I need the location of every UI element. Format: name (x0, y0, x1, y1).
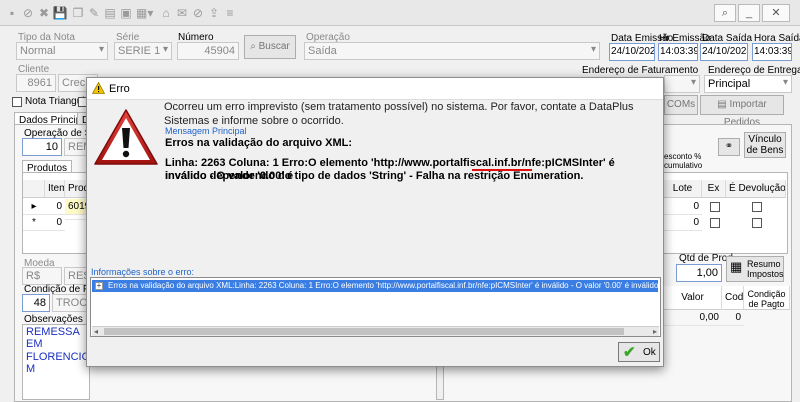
coms-button[interactable]: COMs (664, 95, 698, 115)
mail-icon[interactable]: ✉ (174, 5, 190, 21)
import-icon: ▤ (717, 99, 730, 110)
cliente-code-field[interactable]: 8961 (16, 74, 56, 92)
erros-validacao-title: Erros na validação do arquivo XML: (165, 137, 353, 149)
resumo-field[interactable]: RESUMO (64, 267, 88, 285)
devolucao-checkbox[interactable] (752, 202, 762, 212)
toolbar-button-1-icon[interactable]: ▪ (4, 5, 20, 21)
error-message: Ocorreu um erro imprevisto (sem tratamen… (164, 101, 634, 127)
operacao-code-field[interactable]: 10 (22, 138, 62, 156)
copy-icon[interactable]: ❐ (70, 5, 86, 21)
list-icon[interactable]: ≡ (222, 5, 238, 21)
grid-header-devolucao: É Devolução (726, 180, 786, 198)
scrollbar-thumb[interactable] (104, 328, 624, 335)
error-info-list[interactable]: + Erros na validação do arquivo XML:Linh… (90, 277, 661, 337)
grid-header-ex: Ex (702, 180, 726, 198)
buscar-button[interactable]: ⌕ Buscar (244, 35, 296, 59)
search-icon: ⌕ (250, 41, 259, 52)
minimize-icon[interactable]: _ (738, 4, 760, 22)
condicao-value-field[interactable]: TROCA (52, 294, 88, 312)
row-marker: ▸ (23, 199, 45, 215)
qtd-prod-field[interactable]: 1,00 (676, 264, 722, 282)
ok-button[interactable]: ✔ Ok (618, 342, 660, 362)
mensagem-principal-label: Mensagem Principal (165, 126, 247, 136)
numero-field[interactable]: 45904 (177, 42, 239, 60)
grid-header-condicao-pagto: Condição de Pagto (744, 286, 790, 310)
table-cell-item[interactable]: 0 (45, 215, 65, 231)
devolucao-checkbox[interactable] (752, 218, 762, 228)
close-icon[interactable]: ✕ (762, 4, 790, 22)
edit-icon[interactable]: ✎ (86, 5, 102, 21)
cancel-icon[interactable]: ⊘ (20, 5, 36, 21)
vinculo-bens-button[interactable]: Vínculo de Bens (744, 132, 786, 158)
importar-pedidos-button[interactable]: ▤ Importar Pedidos (700, 95, 784, 128)
table-cell-lote[interactable]: 0 (664, 199, 702, 215)
grid-header-cod: Cod (722, 286, 744, 310)
table-cell-produto[interactable]: 6019 (65, 199, 87, 215)
table-cell-cod[interactable]: 0 (722, 310, 744, 326)
grid-header-produto: Produ (65, 180, 87, 198)
home-icon[interactable]: ⌂ (158, 5, 174, 21)
ok-label: Ok (643, 347, 656, 358)
search-icon[interactable]: ⌕ (714, 4, 736, 22)
obs-line-2: FLORENCIO M (26, 351, 91, 375)
serie-select[interactable]: SERIE 1 (114, 42, 172, 60)
table-cell-item[interactable]: 0 (45, 199, 65, 215)
nota-triangular-checkbox[interactable] (12, 97, 22, 107)
error-info-row[interactable]: + Erros na validação do arquivo XML:Linh… (92, 280, 658, 292)
resumo-impostos-button[interactable]: ▦ Resumo Impostos (726, 256, 784, 282)
operacao-value-field[interactable]: REM (64, 138, 88, 156)
observacoes-textarea[interactable]: REMESSA EM FLORENCIO M (22, 324, 90, 400)
operacao-select[interactable]: Saída (304, 42, 600, 60)
moeda-field[interactable]: R$ (22, 267, 62, 285)
endereco-entrega-select[interactable]: Principal (704, 75, 792, 93)
error-warning-icon (94, 109, 158, 165)
underline-highlight (472, 169, 532, 171)
scroll-left-icon[interactable]: ◂ (94, 327, 98, 336)
scroll-right-icon[interactable]: ▸ (653, 327, 657, 336)
binoculars-icon[interactable]: ⚭ (718, 138, 740, 156)
table-cell-produto[interactable] (65, 215, 87, 220)
data-saida-field[interactable]: 24/10/2024 (700, 43, 748, 61)
buscar-label: Buscar (258, 41, 290, 52)
resumo-impostos-label: Resumo Impostos (747, 259, 784, 279)
error-dialog: Erro Ocorreu um erro imprevisto (sem tra… (86, 77, 664, 367)
informacoes-label: Informações sobre o erro: (91, 267, 195, 277)
hr-emissao-field[interactable]: 14:03:39 (658, 43, 698, 61)
block-icon[interactable]: ⊘ (190, 5, 206, 21)
endereco-faturamento-select[interactable] (664, 75, 700, 93)
print-dropdown-icon[interactable]: ▦▾ (136, 5, 153, 21)
condicao-code-field[interactable]: 48 (22, 294, 50, 312)
lock-icon[interactable]: ▣ (118, 5, 134, 21)
table-cell-valor[interactable]: 0,00 (664, 310, 722, 326)
document-icon[interactable]: ▤ (102, 5, 118, 21)
expand-icon[interactable]: + (95, 282, 103, 290)
export-icon[interactable]: ⇪ (206, 5, 222, 21)
toolbar: ▪ ⊘ ✖ 💾 ❐ ✎ ▤ ▣ ▦▾ ⌂ ✉ ⊘ ⇪ ≡ ⌕ _ ✕ (0, 0, 800, 26)
dialog-title-bar: Erro (87, 78, 663, 100)
grid-header-lote: Lote (664, 180, 702, 198)
row-marker: * (23, 215, 45, 231)
hora-saida-field[interactable]: 14:03:39 (752, 43, 792, 61)
data-emissao-field[interactable]: 24/10/2024 (609, 43, 655, 61)
horizontal-scrollbar[interactable]: ◂ ▸ (92, 326, 659, 336)
warning-icon (92, 82, 105, 94)
tipo-nota-select[interactable]: Normal (16, 42, 108, 60)
grid-row-header (23, 180, 45, 198)
save-icon[interactable]: 💾 (52, 5, 68, 21)
grid-header-valor: Valor (664, 286, 722, 310)
obs-line-1: REMESSA EM (26, 326, 80, 350)
calculator-icon: ▦ (730, 259, 743, 274)
grid-header-item: Item (45, 180, 65, 198)
ex-checkbox[interactable] (710, 202, 720, 212)
delete-icon[interactable]: ✖ (36, 5, 52, 21)
desconto-acumulativo-label: esconto % cumulativo (664, 152, 703, 170)
erro-detail-line-2: inválido dependendo do tipo de dados 'St… (165, 170, 584, 182)
check-icon: ✔ (623, 344, 636, 361)
error-info-text: Erros na validação do arquivo XML:Linha:… (108, 281, 658, 290)
dialog-title: Erro (109, 83, 130, 95)
ex-checkbox[interactable] (710, 218, 720, 228)
table-cell-lote[interactable]: 0 (664, 215, 702, 231)
